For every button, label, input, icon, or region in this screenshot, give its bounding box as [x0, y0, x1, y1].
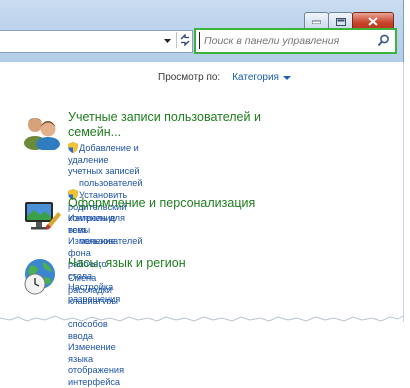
chevron-down-icon: [163, 39, 171, 43]
category-title-clock-language-region[interactable]: Часы, язык и регион: [68, 256, 268, 271]
close-icon: [368, 17, 378, 26]
title-line: Учетные записи пользователей и: [68, 110, 261, 124]
change-theme-link[interactable]: Изменение темы: [68, 213, 120, 236]
address-dropdown-button[interactable]: [160, 33, 174, 49]
add-remove-accounts-link[interactable]: Добавление и удаление учетных записей по…: [68, 142, 142, 189]
search-input[interactable]: [199, 32, 376, 49]
search-box: [194, 28, 397, 54]
link-text: Добавление и удаление учетных записей: [68, 143, 140, 176]
refresh-button[interactable]: [176, 32, 193, 48]
search-icon[interactable]: [377, 34, 390, 47]
window-frame: [0, 0, 404, 62]
user-accounts-icon: [24, 118, 60, 150]
category-title-appearance[interactable]: Оформление и персонализация: [68, 196, 268, 211]
link-text: пользователей: [79, 177, 143, 188]
view-by-label: Просмотр по:: [158, 72, 221, 83]
maximize-icon: [335, 17, 346, 26]
refresh-icon: [180, 34, 190, 46]
minimize-icon: [312, 20, 321, 24]
appearance-icon: [25, 202, 61, 230]
uac-shield-icon: [68, 142, 78, 153]
control-panel-content: Просмотр по: Категория Учетные записи по…: [0, 62, 404, 387]
view-by-dropdown[interactable]: Категория: [232, 72, 291, 83]
view-by-value: Категория: [232, 72, 279, 83]
view-by-row: Просмотр по: Категория: [158, 72, 291, 83]
change-display-language-link[interactable]: Изменение языка отображения интерфейса: [68, 342, 124, 388]
chevron-down-icon: [282, 75, 291, 80]
clock-language-region-icon: [24, 259, 55, 295]
torn-edge-decoration: [0, 304, 404, 322]
category-title-user-accounts[interactable]: Учетные записи пользователей и семейн...: [68, 110, 268, 140]
title-line: семейн...: [68, 125, 122, 139]
